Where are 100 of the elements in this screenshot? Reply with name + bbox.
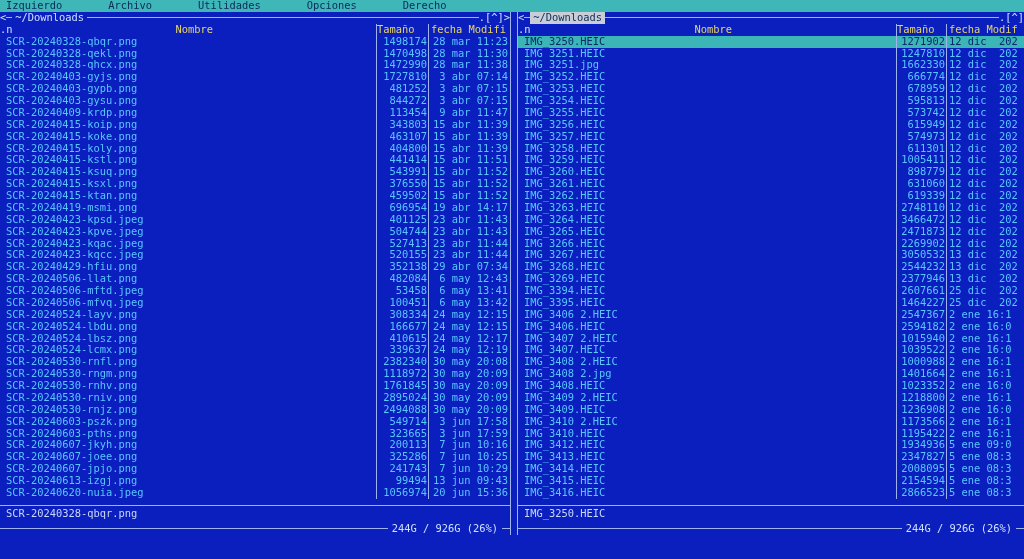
file-row[interactable]: SCR-20240415-ksxl.png 376550 15 abr 11:52	[0, 178, 510, 190]
menu-item[interactable]: Archivo	[108, 0, 153, 12]
file-row[interactable]: SCR-20240506-llat.png 482084 6 may 12:43	[0, 273, 510, 285]
file-row[interactable]: SCR-20240423-kqcc.jpeg 520155 23 abr 11:44	[0, 249, 510, 262]
file-row[interactable]: IMG_3262.HEIC 619339 12 dic 202	[518, 190, 1024, 202]
file-row[interactable]: IMG_3416.HEIC 2866523 5 ene 08:3	[518, 486, 1024, 499]
file-row[interactable]: IMG_3410 2.HEIC 1173566 2 ene 16:1	[518, 415, 1024, 428]
file-row[interactable]: IMG_3394.HEIC 2607661 25 dic 202	[518, 285, 1024, 297]
file-row[interactable]: IMG_3408 2.HEIC 1000988 2 ene 16:1	[518, 356, 1024, 369]
file-size: 323665	[389, 427, 427, 439]
file-row[interactable]: IMG_3409 2.HEIC 1218800 2 ene 16:1	[518, 391, 1024, 404]
file-row[interactable]: IMG_3256.HEIC 615949 12 dic 202	[518, 118, 1024, 131]
file-size: 343803	[389, 118, 427, 130]
column-header[interactable]: Tamaño	[897, 23, 935, 35]
file-row[interactable]: SCR-20240328-qhcx.png 1472990 28 mar 11:38	[0, 59, 510, 72]
file-row[interactable]: SCR-20240423-kqac.jpeg 527413 23 abr 11:44	[0, 237, 510, 250]
file-row[interactable]: SCR-20240328-qekl.png 1470498 28 mar 11:30	[0, 47, 510, 60]
file-row[interactable]: IMG_3269.HEIC 2377946 13 dic 202	[518, 273, 1024, 285]
file-row[interactable]: IMG_3251.HEIC 1247810 12 dic 202	[518, 47, 1024, 60]
file-row[interactable]: SCR-20240524-lcmx.png 339637 24 may 12:19	[0, 344, 510, 357]
file-row[interactable]: SCR-20240403-gysu.png 844272 3 abr 07:15	[0, 95, 510, 107]
file-row[interactable]: SCR-20240524-lbsz.png 410615 24 may 12:17	[0, 332, 510, 345]
file-row[interactable]: IMG_3413.HEIC 2347827 5 ene 08:3	[518, 451, 1024, 464]
file-row[interactable]: IMG_3407 2.HEIC 1015940 2 ene 16:1	[518, 332, 1024, 345]
file-row[interactable]: SCR-20240530-rnjz.png 2494088 30 may 20:09	[0, 403, 510, 416]
file-row[interactable]: SCR-20240415-koly.png 404800 15 abr 11:39	[0, 142, 510, 155]
panel-corner-controls[interactable]: .[^]	[998, 11, 1024, 24]
file-row[interactable]: IMG_3257.HEIC 574973 12 dic 202	[518, 130, 1024, 143]
menu-item[interactable]: Utilidades	[198, 0, 261, 12]
file-row[interactable]: IMG_3265.HEIC 2471873 12 dic 202	[518, 225, 1024, 238]
sort-indicator[interactable]: .n	[0, 23, 13, 36]
column-header[interactable]: fecha Modifi	[431, 23, 507, 35]
file-row[interactable]: SCR-20240607-joee.png 325286 7 jun 10:25	[0, 451, 510, 464]
column-header[interactable]: fecha Modif	[949, 23, 1018, 35]
file-row[interactable]: IMG_3254.HEIC 595813 12 dic 202	[518, 95, 1024, 107]
file-row[interactable]: IMG_3268.HEIC 2544232 13 dic 202	[518, 261, 1024, 274]
back-marker[interactable]: <	[518, 11, 525, 24]
file-row[interactable]: IMG_3395.HEIC 1464227 25 dic 202	[518, 296, 1024, 309]
file-row[interactable]: IMG_3266.HEIC 2269902 12 dic 202	[518, 237, 1024, 250]
file-row[interactable]: SCR-20240506-mftd.jpeg 53458 6 may 13:41	[0, 285, 510, 297]
file-row[interactable]: IMG_3251.jpg 1662330 12 dic 202	[518, 59, 1024, 72]
file-row[interactable]: SCR-20240419-msmi.png 696954 19 abr 14:17	[0, 201, 510, 214]
file-row[interactable]: SCR-20240603-pszk.png 549714 3 jun 17:58	[0, 415, 510, 428]
file-row[interactable]: IMG_3414.HEIC 2008095 5 ene 08:3	[518, 463, 1024, 475]
file-row[interactable]: IMG_3407.HEIC 1039522 2 ene 16:0	[518, 344, 1024, 357]
menu-item[interactable]: Derecho	[402, 0, 447, 12]
column-header[interactable]: Nombre	[12, 23, 376, 36]
file-row[interactable]: SCR-20240506-mfvq.jpeg 100451 6 may 13:42	[0, 296, 510, 309]
file-row[interactable]: SCR-20240423-kpve.jpeg 504744 23 abr 11:43	[0, 225, 510, 238]
file-row[interactable]: SCR-20240530-rniv.png 2895024 30 may 20:09	[0, 391, 510, 404]
back-marker[interactable]: <	[0, 11, 7, 24]
file-row[interactable]: IMG_3261.HEIC 631060 12 dic 202	[518, 178, 1024, 190]
file-row[interactable]: SCR-20240530-rnhv.png 1761845 30 may 20:09	[0, 380, 510, 392]
file-row[interactable]: IMG_3250.HEIC 1271902 12 dic 202	[518, 35, 1024, 48]
file-row[interactable]: IMG_3252.HEIC 666774 12 dic 202	[518, 71, 1024, 84]
file-row[interactable]: IMG_3255.HEIC 573742 12 dic 202	[518, 106, 1024, 119]
file-row[interactable]: SCR-20240613-izgj.png 99494 13 jun 09:43	[0, 475, 510, 487]
file-row[interactable]: SCR-20240415-ksuq.png 543991 15 abr 11:52	[0, 166, 510, 179]
file-row[interactable]: SCR-20240423-kpsd.jpeg 401125 23 abr 11:43	[0, 213, 510, 226]
file-row[interactable]: IMG_3406 2.HEIC 2547367 2 ene 16:1	[518, 308, 1024, 321]
file-row[interactable]: SCR-20240415-kstl.png 441414 15 abr 11:51	[0, 154, 510, 167]
file-row[interactable]: IMG_3258.HEIC 611301 12 dic 202	[518, 142, 1024, 155]
file-row[interactable]: IMG_3408.HEIC 1023352 2 ene 16:0	[518, 380, 1024, 392]
file-row[interactable]: IMG_3264.HEIC 3466472 12 dic 202	[518, 213, 1024, 226]
file-row[interactable]: SCR-20240603-pths.png 323665 3 jun 17:59	[0, 427, 510, 440]
file-row[interactable]: SCR-20240415-koke.png 463107 15 abr 11:39	[0, 130, 510, 143]
file-row[interactable]: SCR-20240607-jkyh.png 200113 7 jun 10:16	[0, 439, 510, 452]
file-row[interactable]: SCR-20240530-rngm.png 1118972 30 may 20:09	[0, 368, 510, 380]
file-row[interactable]: IMG_3406.HEIC 2594182 2 ene 16:0	[518, 320, 1024, 333]
file-row[interactable]: IMG_3408 2.jpg 1401664 2 ene 16:1	[518, 368, 1024, 380]
column-header[interactable]: Tamaño	[377, 23, 415, 35]
file-row[interactable]: IMG_3263.HEIC 2748110 12 dic 202	[518, 201, 1024, 214]
column-header[interactable]: Nombre	[530, 23, 896, 36]
file-row[interactable]: SCR-20240415-koip.png 343803 15 abr 11:39	[0, 118, 510, 131]
file-row[interactable]: SCR-20240403-gyjs.png 1727810 3 abr 07:14	[0, 71, 510, 84]
file-row[interactable]: SCR-20240524-layv.png 308334 24 may 12:15	[0, 308, 510, 321]
file-row[interactable]: SCR-20240524-lbdu.png 166677 24 may 12:15	[0, 320, 510, 333]
file-row[interactable]: SCR-20240328-qbqr.png 1498174 28 mar 11:23	[0, 35, 510, 48]
file-row[interactable]: SCR-20240429-hfiu.png 352138 29 abr 07:34	[0, 261, 510, 274]
file-row[interactable]: SCR-20240620-nuia.jpeg 1056974 20 jun 15:36	[0, 486, 510, 499]
menu-item[interactable]: Opciones	[306, 0, 357, 12]
file-row[interactable]: SCR-20240409-krdp.png 113454 9 abr 11:47	[0, 106, 510, 119]
file-row[interactable]: IMG_3409.HEIC 1236908 2 ene 16:0	[518, 403, 1024, 416]
file-row[interactable]: SCR-20240403-gypb.png 481252 3 abr 07:15	[0, 83, 510, 95]
file-row[interactable]: IMG_3267.HEIC 3050532 13 dic 202	[518, 249, 1024, 262]
menu-item[interactable]: Izquierdo	[6, 0, 63, 12]
file-date: 5 ene 08:3	[949, 486, 1012, 498]
file-row[interactable]: SCR-20240415-ktan.png 459502 15 abr 11:52	[0, 190, 510, 202]
file-size: 1464227	[901, 296, 945, 308]
file-row[interactable]: IMG_3260.HEIC 898779 12 dic 202	[518, 166, 1024, 179]
file-row[interactable]: IMG_3415.HEIC 2154594 5 ene 08:3	[518, 475, 1024, 487]
sort-indicator[interactable]: .n	[518, 23, 531, 36]
panel-corner-controls[interactable]: .[^]>	[478, 11, 510, 24]
file-row[interactable]: IMG_3410.HEIC 1195422 2 ene 16:1	[518, 427, 1024, 440]
file-row[interactable]: SCR-20240530-rnfl.png 2382340 30 may 20:08	[0, 356, 510, 369]
file-row[interactable]: IMG_3253.HEIC 678959 12 dic 202	[518, 83, 1024, 95]
file-row[interactable]: IMG_3259.HEIC 1005411 12 dic 202	[518, 154, 1024, 167]
file-name: IMG_3261.HEIC	[524, 178, 606, 190]
file-row[interactable]: IMG_3412.HEIC 1934936 5 ene 09:0	[518, 439, 1024, 452]
file-row[interactable]: SCR-20240607-jpjo.png 241743 7 jun 10:29	[0, 463, 510, 475]
